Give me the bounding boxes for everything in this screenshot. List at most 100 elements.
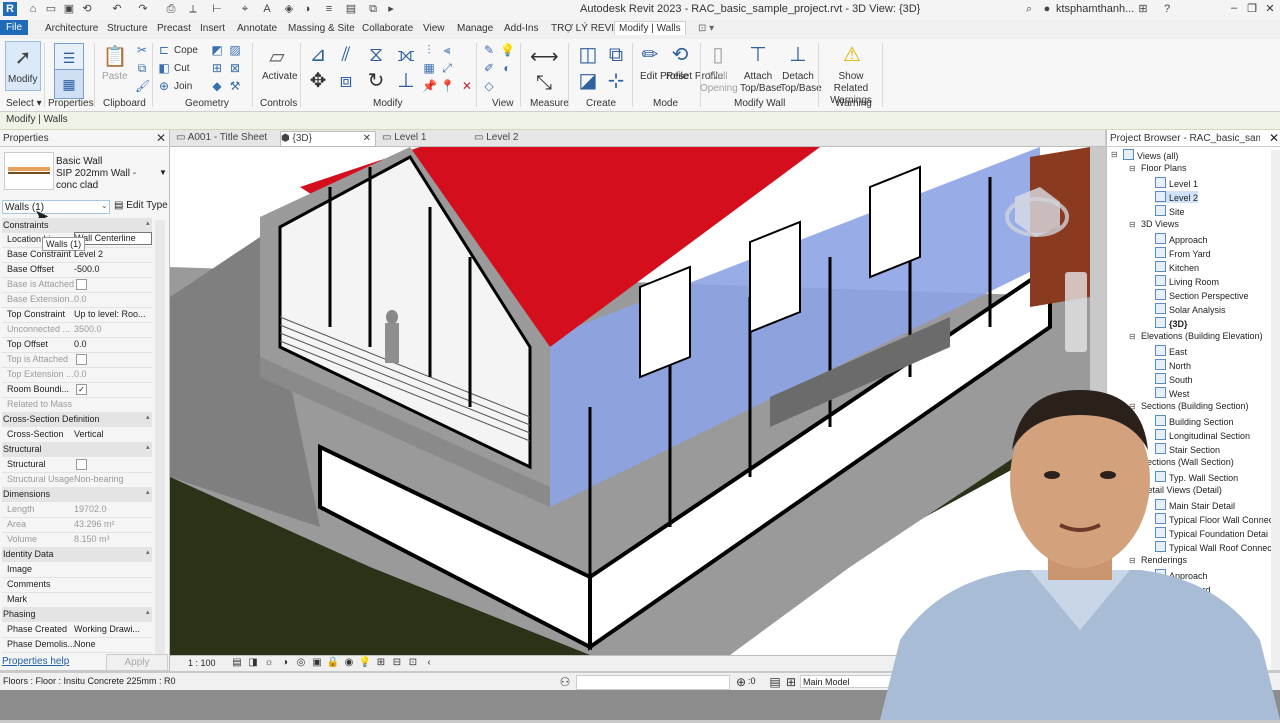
measure-between-icon[interactable]: ⟷	[530, 43, 559, 71]
tree-item-site[interactable]: Site	[1155, 205, 1185, 217]
prop-base-offset[interactable]: Base Offset -500.0	[2, 262, 152, 278]
home-icon[interactable]: ⌂	[26, 2, 40, 16]
switch-windows-icon[interactable]: ⧉	[366, 2, 380, 16]
attach-label[interactable]: Attach Top/Base	[740, 71, 782, 95]
scroll-left-icon[interactable]: ‹	[422, 656, 436, 670]
structural-checkbox[interactable]	[76, 459, 87, 470]
copy-element-icon[interactable]: ⧈	[332, 67, 360, 95]
prop-room-bounding[interactable]: Room Boundi... ✓	[2, 382, 152, 398]
navigation-bar[interactable]	[1065, 272, 1087, 352]
tree-item-from-yard[interactable]: From Yard	[1155, 247, 1211, 259]
prop-top-offset[interactable]: Top Offset 0.0	[2, 337, 152, 353]
linework-icon[interactable]: ✐	[482, 61, 496, 75]
worksharing-icon[interactable]: ⊡	[406, 656, 420, 670]
override-graphics-icon[interactable]: ✎	[482, 43, 496, 57]
prop-structural[interactable]: Structural	[2, 457, 152, 473]
view-scale[interactable]: 1 : 100	[188, 658, 216, 668]
sun-path-icon[interactable]: ☼	[262, 656, 276, 670]
revit-logo-icon[interactable]: R	[3, 2, 17, 16]
create-parts-icon[interactable]: ◫	[574, 41, 602, 69]
3d-view-icon[interactable]: ◈	[282, 2, 296, 16]
crop-icon[interactable]: ▣	[310, 656, 324, 670]
paint-icon[interactable]: ▨	[228, 43, 242, 57]
pin-icon[interactable]: 📌	[422, 79, 437, 93]
join-label[interactable]: Join	[174, 81, 192, 93]
split-gap-icon[interactable]: ⫷	[440, 43, 454, 57]
close-tab-icon[interactable]: ✕	[363, 132, 371, 146]
customize-icon[interactable]: ▸	[384, 2, 398, 16]
attach-top-base-icon[interactable]: ⊤	[744, 41, 772, 69]
hammer-icon[interactable]: ⚒	[228, 79, 242, 93]
tree-item-approach[interactable]: Approach	[1155, 233, 1208, 245]
wall-joins-icon[interactable]: ⊞	[210, 61, 224, 75]
prop-base-constraint[interactable]: Base Constraint Level 2	[2, 247, 152, 263]
tab-add-ins[interactable]: Add-Ins	[504, 23, 538, 34]
properties-scrollbar[interactable]	[155, 220, 165, 670]
offset-icon[interactable]: ⫽	[332, 41, 360, 69]
edit-type-button[interactable]: ▤ Edit Type	[114, 200, 168, 211]
temp-hide-icon[interactable]: ◉	[342, 656, 356, 670]
redo-icon[interactable]: ↷	[136, 2, 150, 16]
section-icon[interactable]: ◑	[300, 2, 314, 16]
trim-icon[interactable]: ⊥	[392, 67, 420, 95]
measure-icon[interactable]: ⟂	[186, 2, 200, 16]
group-structural[interactable]: Structural ▴	[2, 442, 152, 457]
workset-icon[interactable]: ⚇	[558, 675, 572, 689]
prop-top-constraint[interactable]: Top Constraint Up to level: Roo...	[2, 307, 152, 323]
detail-level-icon[interactable]: ▤	[230, 656, 244, 670]
tree-item-level-2[interactable]: Level 2	[1155, 191, 1199, 203]
tree-views-all[interactable]: Views (all)	[1123, 149, 1178, 161]
instance-filter-dropdown[interactable]: Walls (1)	[2, 200, 110, 214]
group-constraints[interactable]: Constraints ▴	[2, 218, 152, 233]
view-cube-icon[interactable]: ◇	[482, 79, 496, 93]
copy-icon[interactable]: ⧉	[135, 61, 149, 75]
group-cross-section[interactable]: Cross-Section Definition ▴	[2, 412, 152, 427]
mirror-draw-icon[interactable]: ⟗	[392, 41, 420, 69]
cope-label[interactable]: Cope	[174, 45, 198, 57]
analysis-icon[interactable]: ⊞	[374, 656, 388, 670]
array-icon[interactable]: ▦	[422, 61, 436, 75]
tree-item-kitchen[interactable]: Kitchen	[1155, 261, 1199, 273]
match-type-icon[interactable]: 🖌	[135, 79, 150, 93]
minimize-icon[interactable]: –	[1226, 2, 1242, 18]
panel-select[interactable]: Select ▾	[6, 98, 42, 109]
prop-cross-section[interactable]: Cross-Section Vertical	[2, 427, 152, 443]
collapse-icon[interactable]: ⊟	[1129, 332, 1136, 341]
chevron-down-icon[interactable]: ⌄	[101, 201, 108, 210]
type-selector-arrow-icon[interactable]: ▼	[159, 168, 167, 177]
tab-options-icon[interactable]: ⊡ ▾	[698, 23, 714, 34]
tab-collaborate[interactable]: Collaborate	[362, 23, 413, 34]
group-dimensions[interactable]: Dimensions ▴	[2, 487, 152, 502]
tab-3d-view[interactable]: ⬢ {3D} ✕	[280, 131, 376, 146]
help-icon[interactable]: ?	[1160, 2, 1174, 16]
save-icon[interactable]: ▣	[62, 2, 76, 16]
prop-mark[interactable]: Mark	[2, 592, 152, 608]
cope-icon[interactable]: ⊏	[157, 43, 171, 57]
split-icon[interactable]: ⫶	[422, 43, 436, 57]
create-similar-icon[interactable]: ⊹	[602, 67, 630, 95]
scale-icon[interactable]: ⤢	[440, 61, 454, 75]
room-bounding-checkbox[interactable]: ✓	[76, 384, 87, 395]
prop-phase-demolished[interactable]: Phase Demolis... None	[2, 637, 152, 653]
activate-icon[interactable]: ▱	[263, 43, 291, 71]
lock-icon[interactable]: 🔒	[326, 656, 340, 670]
prop-image[interactable]: Image	[2, 562, 152, 578]
collapse-icon[interactable]: ⊟	[1129, 220, 1136, 229]
tree-item-3d[interactable]: {3D}	[1155, 317, 1188, 329]
tab-title-sheet[interactable]: ▭ A001 - Title Sheet	[176, 131, 280, 145]
reset-profile-icon[interactable]: ⟲	[666, 41, 694, 69]
restore-icon[interactable]: ❐	[1244, 2, 1260, 18]
tab-level-1[interactable]: ▭ Level 1	[382, 131, 462, 145]
lightbulb-icon[interactable]: 💡	[500, 43, 515, 57]
tree-item-level-1[interactable]: Level 1	[1155, 177, 1198, 189]
collapse-icon[interactable]: ⊟	[1129, 164, 1136, 173]
close-hidden-icon[interactable]: ▤	[344, 2, 358, 16]
tree-floor-plans[interactable]: Floor Plans	[1141, 163, 1187, 173]
tab-massing-site[interactable]: Massing & Site	[288, 23, 355, 34]
geometry-cut-icon[interactable]: ◧	[157, 61, 171, 75]
prop-comments[interactable]: Comments	[2, 577, 152, 593]
group-identity-data[interactable]: Identity Data ▴	[2, 547, 152, 562]
warning-icon[interactable]: ⚠	[838, 41, 866, 69]
close-icon[interactable]: ✕	[156, 131, 166, 145]
detach-label[interactable]: Detach Top/Base	[780, 71, 822, 95]
